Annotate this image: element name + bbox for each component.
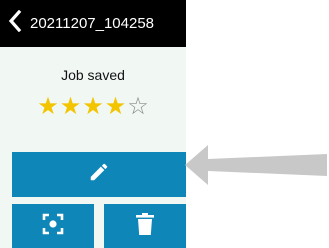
job-title: 20211207_104258 [30,15,155,32]
title-bar: 20211207_104258 [0,0,186,47]
star-filled-icon[interactable]: ★ [37,91,59,121]
pencil-icon [88,161,110,188]
job-panel: 20211207_104258 Job saved ★ ★ ★ ★ ☆ [0,0,186,248]
focus-icon [41,212,65,241]
arrow-left-icon [184,140,329,195]
delete-button[interactable] [104,204,186,248]
chevron-left-icon [8,9,22,37]
star-filled-icon[interactable]: ★ [82,91,104,121]
status-message: Job saved [61,67,125,83]
star-empty-icon[interactable]: ☆ [127,91,149,121]
edit-button[interactable] [12,152,186,197]
star-filled-icon[interactable]: ★ [105,91,127,121]
star-filled-icon[interactable]: ★ [60,91,82,121]
star-rating[interactable]: ★ ★ ★ ★ ☆ [0,91,186,121]
focus-button[interactable] [12,204,94,248]
trash-icon [135,212,155,240]
back-button[interactable] [0,0,30,47]
